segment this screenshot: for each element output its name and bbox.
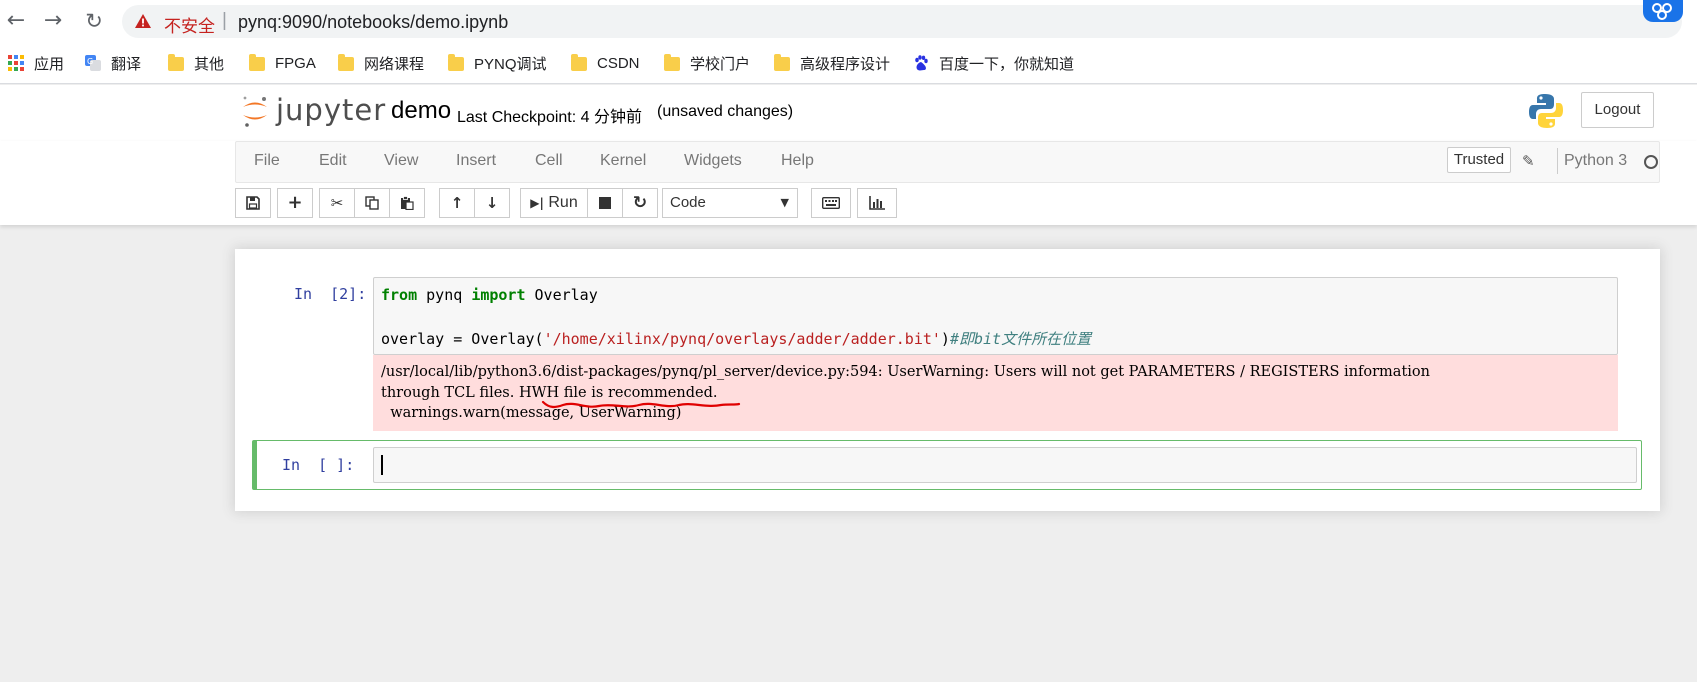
insecure-label: 不安全 bbox=[164, 17, 215, 36]
input-prompt: In [ ]: bbox=[282, 456, 355, 474]
copy-button[interactable] bbox=[354, 188, 390, 218]
bookmark-fpga[interactable]: FPGA bbox=[249, 52, 316, 74]
folder-icon bbox=[249, 54, 265, 71]
svg-text:G: G bbox=[87, 57, 93, 66]
keyboard-icon bbox=[821, 196, 841, 210]
unsaved-indicator: (unsaved changes) bbox=[657, 103, 794, 120]
baidu-paw-icon bbox=[915, 55, 928, 71]
save-button[interactable] bbox=[235, 188, 271, 218]
dropdown-arrow-icon: ▼ bbox=[780, 196, 789, 209]
menu-edit[interactable]: Edit bbox=[319, 152, 347, 170]
bookmark-other[interactable]: 其他 bbox=[168, 52, 224, 74]
red-annotation-underline bbox=[541, 400, 741, 409]
paste-button[interactable] bbox=[389, 188, 425, 218]
jupyter-logo-text: jupyter bbox=[276, 93, 387, 127]
browser-toolbar: ← → ↻ 不安全 | pynq:9090/notebooks/demo.ipy… bbox=[0, 0, 1697, 42]
forward-arrow-icon[interactable]: → bbox=[42, 9, 64, 33]
stop-icon bbox=[599, 197, 611, 209]
bookmark-school-portal[interactable]: 学校门户 bbox=[664, 52, 750, 74]
restart-button[interactable]: ↻ bbox=[622, 188, 658, 218]
menubar-container: File Edit View Insert Cell Kernel Widget… bbox=[0, 141, 1697, 225]
bookmark-advanced-programming[interactable]: 高级程序设计 bbox=[774, 52, 890, 74]
kernel-idle-icon bbox=[1644, 155, 1658, 169]
menu-view[interactable]: View bbox=[384, 152, 418, 170]
menu-cell[interactable]: Cell bbox=[535, 152, 563, 170]
bar-chart-icon bbox=[869, 196, 885, 210]
bookmark-baidu[interactable]: 百度一下，你就知道 bbox=[913, 52, 1074, 74]
command-palette-button[interactable] bbox=[811, 188, 851, 218]
chart-button[interactable] bbox=[857, 188, 897, 218]
selected-code-cell[interactable]: In [ ]: bbox=[252, 440, 1642, 490]
kernel-name: Python 3 bbox=[1564, 152, 1628, 169]
menu-file[interactable]: File bbox=[254, 152, 280, 170]
reload-icon[interactable]: ↻ bbox=[83, 9, 105, 33]
menu-kernel[interactable]: Kernel bbox=[600, 152, 646, 170]
folder-icon bbox=[571, 54, 587, 71]
notebook-container: In [2]: from pynq import Overlay overlay… bbox=[235, 249, 1660, 511]
step-forward-icon: ▶| bbox=[530, 196, 544, 210]
extension-icon[interactable] bbox=[1643, 0, 1683, 22]
trusted-indicator[interactable]: Trusted bbox=[1447, 147, 1511, 173]
jupyter-logo-icon[interactable] bbox=[240, 93, 270, 129]
code-line-1: from pynq import Overlay bbox=[381, 286, 598, 304]
bookmark-online-courses[interactable]: 网络课程 bbox=[338, 52, 424, 74]
insert-cell-button[interactable]: + bbox=[277, 188, 313, 218]
bookmarks-bar: 应用 G 翻译 其他 FPGA 网络课程 PYNQ调试 CSDN 学校门户 高级… bbox=[0, 42, 1697, 84]
apps-grid-icon bbox=[8, 55, 24, 71]
text-cursor bbox=[381, 455, 383, 475]
url-separator: | bbox=[222, 10, 227, 31]
input-prompt: In [2]: bbox=[294, 285, 367, 303]
bookmark-apps[interactable]: 应用 bbox=[8, 52, 64, 74]
folder-icon bbox=[168, 54, 184, 71]
edit-pencil-icon[interactable]: ✎ bbox=[1522, 152, 1535, 170]
cut-button[interactable]: ✂ bbox=[319, 188, 355, 218]
stderr-line: /usr/local/lib/python3.6/dist-packages/p… bbox=[381, 364, 1430, 380]
url-text[interactable]: pynq:9090/notebooks/demo.ipynb bbox=[238, 12, 508, 33]
python-logo-icon bbox=[1529, 94, 1563, 128]
warning-triangle-icon bbox=[135, 14, 151, 28]
menu-widgets[interactable]: Widgets bbox=[684, 152, 742, 170]
checkpoint-status: Last Checkpoint: 4 分钟前 bbox=[457, 109, 642, 126]
folder-icon bbox=[664, 54, 680, 71]
scissors-icon: ✂ bbox=[330, 194, 344, 212]
translate-icon: G bbox=[85, 55, 101, 71]
menu-insert[interactable]: Insert bbox=[456, 152, 496, 170]
folder-icon bbox=[448, 54, 464, 71]
move-up-button[interactable]: ↑ bbox=[439, 188, 475, 218]
notebook-name[interactable]: demo bbox=[391, 97, 451, 125]
code-line-3: overlay = Overlay('/home/xilinx/pynq/ove… bbox=[381, 330, 1092, 348]
cell-type-select[interactable]: Code ▼ bbox=[662, 188, 798, 218]
arrow-up-icon: ↑ bbox=[450, 194, 464, 212]
plus-icon: + bbox=[287, 192, 303, 213]
restart-icon: ↻ bbox=[632, 193, 648, 213]
interrupt-button[interactable] bbox=[587, 188, 623, 218]
kernel-divider bbox=[1557, 148, 1558, 174]
bookmark-csdn[interactable]: CSDN bbox=[571, 52, 640, 74]
folder-icon bbox=[774, 54, 790, 71]
code-input-area[interactable]: from pynq import Overlay overlay = Overl… bbox=[373, 277, 1618, 355]
bookmark-translate[interactable]: G 翻译 bbox=[85, 52, 141, 74]
arrow-down-icon: ↓ bbox=[485, 194, 499, 212]
stderr-output: /usr/local/lib/python3.6/dist-packages/p… bbox=[373, 355, 1618, 431]
run-button[interactable]: ▶| Run bbox=[520, 188, 588, 218]
menubar: File Edit View Insert Cell Kernel Widget… bbox=[235, 141, 1660, 183]
back-arrow-icon[interactable]: ← bbox=[5, 9, 27, 33]
move-down-button[interactable]: ↓ bbox=[474, 188, 510, 218]
folder-icon bbox=[338, 54, 354, 71]
jupyter-header: jupyter demo Last Checkpoint: 4 分钟前 (uns… bbox=[0, 85, 1697, 141]
logout-button[interactable]: Logout bbox=[1581, 92, 1654, 128]
clipboard-icon bbox=[401, 196, 414, 211]
bookmark-pynq-debug[interactable]: PYNQ调试 bbox=[448, 52, 547, 74]
copy-icon bbox=[365, 196, 379, 210]
menu-help[interactable]: Help bbox=[781, 152, 814, 170]
floppy-disk-icon bbox=[246, 196, 260, 210]
code-input-area[interactable] bbox=[373, 447, 1637, 483]
address-bar[interactable]: 不安全 | pynq:9090/notebooks/demo.ipynb bbox=[122, 5, 1682, 38]
